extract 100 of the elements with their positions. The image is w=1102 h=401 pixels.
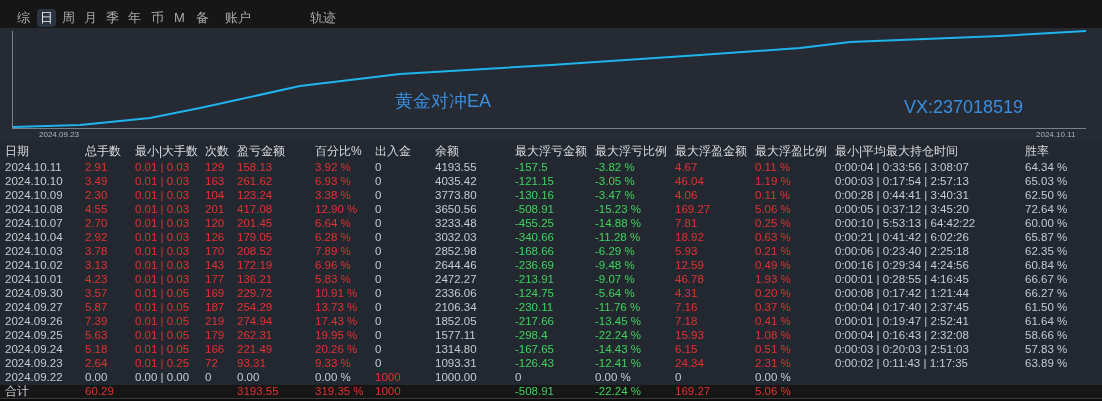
table-cell-text: 5.06 % — [755, 385, 792, 398]
table-cell-text: 0 — [375, 356, 383, 370]
tab[interactable]: M — [171, 9, 188, 27]
table-cell-text: -298.4 — [515, 328, 549, 342]
table-cell-text: 2024.10.02 — [5, 258, 64, 272]
table-cell-text: -14.43 % — [595, 342, 643, 356]
table-cell-text: 0 — [375, 244, 383, 258]
table-cell-text: 0:00:05 | 0:37:12 | 3:45:20 — [835, 202, 970, 216]
table-cell-text: 17.43 % — [315, 314, 359, 328]
table-cell-text: 0.01 | 0.03 — [135, 272, 191, 286]
table-cell-text: 254.29 — [237, 300, 274, 314]
table-cell-text: 1000 — [375, 385, 402, 398]
table-cell-text: 129 — [205, 160, 226, 174]
table-cell-text: -213.91 — [515, 272, 555, 286]
tab[interactable]: 年 — [125, 9, 144, 27]
table-cell-text: 0 — [375, 300, 383, 314]
table-cell-text: 65.87 % — [1025, 230, 1069, 244]
table-cell-text: 0.11 % — [755, 188, 791, 202]
table-cell-text: -3.47 % — [595, 188, 636, 202]
table-cell-text: 169.27 — [675, 202, 712, 216]
table-cell-text: 64.34 % — [1025, 160, 1069, 174]
column-header: 盈亏金额 — [237, 143, 286, 160]
table-cell-text: 0 — [375, 174, 383, 188]
table-cell-text: 7.39 — [85, 314, 109, 328]
table-cell-text: -22.24 % — [595, 385, 643, 398]
column-header: 日期 — [5, 143, 30, 160]
column-header: 百分比% — [315, 143, 363, 160]
table-cell-text: 170 — [205, 244, 226, 258]
table-cell-text: 0.01 | 0.05 — [135, 342, 191, 356]
table-cell-text: 0:00:08 | 0:17:42 | 1:21:44 — [835, 286, 970, 300]
column-header: 最大浮亏金额 — [515, 143, 588, 160]
table-cell-text: 65.03 % — [1025, 174, 1069, 188]
table-cell-text: 1093.31 — [435, 356, 478, 370]
table-cell-text: -168.66 — [515, 244, 555, 258]
table-cell-text: -3.05 % — [595, 174, 636, 188]
table-cell-text: 0.01 | 0.03 — [135, 216, 191, 230]
table-cell-text: -230.11 — [515, 300, 555, 314]
table-cell-text: 2.92 — [85, 230, 109, 244]
table-cell-text: 0.01 | 0.05 — [135, 286, 191, 300]
table-cell-text: 5.93 — [675, 244, 699, 258]
tab[interactable]: 综 — [14, 9, 33, 27]
table-cell-text: 0 — [375, 216, 383, 230]
table-cell-text: 61.50 % — [1025, 300, 1069, 314]
table-cell-text: 3.13 — [85, 258, 109, 272]
table-cell-text: 60.84 % — [1025, 258, 1069, 272]
tab[interactable]: 轨迹 — [307, 9, 339, 27]
table-cell-text: 169.27 — [675, 385, 712, 398]
table-cell-text: 1000 — [375, 370, 402, 384]
tab[interactable]: 月 — [81, 9, 100, 27]
table-cell-text: 0.25 % — [755, 216, 792, 230]
table-cell-text: 0:00:03 | 0:20:03 | 2:51:03 — [835, 342, 970, 356]
table-cell-text: 0.01 | 0.03 — [135, 188, 191, 202]
table-cell-text: -508.91 — [515, 202, 555, 216]
table-cell-text: 5.18 — [85, 342, 109, 356]
tab[interactable]: 季 — [103, 9, 122, 27]
table-cell-text: 0 — [205, 370, 213, 384]
table-cell-text: 0:00:01 | 0:28:55 | 4:16:45 — [835, 272, 970, 286]
table-cell-text: 0:00:04 | 0:16:43 | 2:32:08 — [835, 328, 970, 342]
table-cell-text: 4.55 — [85, 202, 109, 216]
table-cell-text: 158.13 — [237, 160, 274, 174]
column-header: 最大浮盈金额 — [675, 143, 748, 160]
tab[interactable]: 备 — [193, 9, 212, 27]
table-cell-text: 合计 — [5, 385, 30, 398]
tab[interactable]: 币 — [148, 9, 167, 27]
table-cell-text: -14.88 % — [595, 216, 643, 230]
table-cell-text: -12.41 % — [595, 356, 643, 370]
table-cell-text: 66.27 % — [1025, 286, 1069, 300]
table-cell-text: 3650.56 — [435, 202, 478, 216]
table-cell-text: 0.01 | 0.03 — [135, 244, 191, 258]
table-cell-text: 72.64 % — [1025, 202, 1069, 216]
tab[interactable]: 周 — [59, 9, 78, 27]
table-cell-text: 172.19 — [237, 258, 274, 272]
table-cell-text: -124.75 — [515, 286, 555, 300]
table-cell-text: 9.33 % — [315, 356, 352, 370]
table-cell-text: 20.26 % — [315, 342, 359, 356]
table-cell-text: 4193.55 — [435, 160, 478, 174]
table-cell-text: 2852.98 — [435, 244, 478, 258]
table-cell-text: 24.34 — [675, 356, 705, 370]
table-cell-text: 2024.10.08 — [5, 202, 64, 216]
table-cell-text: 46.04 — [675, 174, 705, 188]
table-cell-text: 0.00 % — [315, 370, 352, 384]
table-cell-text: 4.06 — [675, 188, 699, 202]
table-cell-text: 201.45 — [237, 216, 274, 230]
table-cell-text: 2024.10.04 — [5, 230, 64, 244]
table-cell-text: 63.89 % — [1025, 356, 1069, 370]
table-cell-text: 13.73 % — [315, 300, 359, 314]
table-cell-text: 221.49 — [237, 342, 274, 356]
table-cell-text: 4.31 — [675, 286, 699, 300]
table-cell-text: 2024.10.03 — [5, 244, 64, 258]
tab[interactable]: 账户 — [222, 9, 254, 27]
column-header: 出入金 — [375, 143, 412, 160]
table-cell-text: 2644.46 — [435, 258, 478, 272]
table-cell-text: 104 — [205, 188, 226, 202]
tab[interactable]: 日 — [37, 9, 56, 27]
table-cell-text: 5.83 % — [315, 272, 352, 286]
table-cell-text: 1000.00 — [435, 370, 478, 384]
table-cell-text: 136.21 — [237, 272, 274, 286]
table-cell-text: 0.01 | 0.03 — [135, 202, 191, 216]
table-cell-text: 123.24 — [237, 188, 274, 202]
table-cell-text: 120 — [205, 216, 226, 230]
